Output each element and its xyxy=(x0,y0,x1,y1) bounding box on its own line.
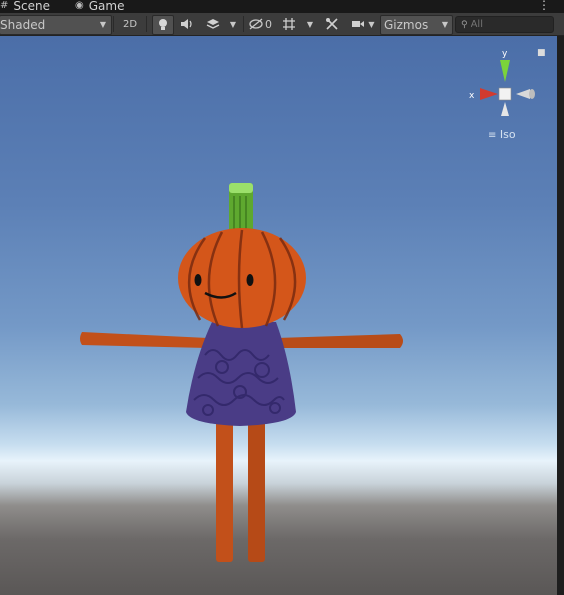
speaker-icon xyxy=(181,19,192,29)
2d-mode-button[interactable]: 2D xyxy=(119,15,141,33)
grid-toggle-button[interactable] xyxy=(278,15,300,33)
tab-scene[interactable]: # Scene xyxy=(0,0,50,13)
chevron-down-icon: ▼ xyxy=(441,20,448,29)
gizmos-label: Gizmos xyxy=(384,18,429,32)
gizmo-x-label: x xyxy=(469,91,475,101)
left-eye xyxy=(194,274,202,286)
grid-icon xyxy=(283,18,295,30)
scrollbar-strip xyxy=(557,36,564,595)
tab-scene-label: Scene xyxy=(13,0,50,13)
grid-dropdown[interactable]: ▼ xyxy=(303,15,317,33)
menu-icon: ≡ xyxy=(488,130,497,141)
effects-dropdown[interactable]: ▼ xyxy=(226,15,240,33)
search-field[interactable]: ⚲ xyxy=(455,16,554,33)
shading-mode-label: Shaded xyxy=(0,18,46,32)
search-input[interactable] xyxy=(470,19,541,30)
pumpkin-stem-top xyxy=(229,183,253,193)
gizmo-y-label: y xyxy=(502,49,508,59)
camera-settings-button[interactable]: ▼ xyxy=(348,15,378,33)
x-axis-cone[interactable] xyxy=(480,88,498,100)
left-arm xyxy=(80,332,208,348)
layers-icon xyxy=(206,19,220,29)
y-axis-cone[interactable] xyxy=(500,60,510,82)
effects-toggle-button[interactable] xyxy=(203,15,223,33)
projection-label: Iso xyxy=(499,128,516,141)
toolbar-divider xyxy=(146,16,147,32)
lightbulb-icon xyxy=(159,19,167,30)
left-leg xyxy=(216,420,233,562)
toolbar-divider xyxy=(243,16,244,32)
audio-toggle-button[interactable] xyxy=(177,15,197,33)
lighting-toggle-button[interactable] xyxy=(152,15,174,35)
right-arm xyxy=(276,334,403,348)
right-eye xyxy=(246,274,254,286)
scene-toolbar: Shaded ▼ 2D ▼ 0 ▼ ▼ Gizmos ▼ ⚲ All xyxy=(0,13,564,36)
hidden-count: 0 xyxy=(265,17,272,31)
tab-game-label: Game xyxy=(88,0,125,13)
camera-icon xyxy=(352,21,365,27)
grid-icon: # xyxy=(0,0,9,11)
scene-viewport[interactable]: x y ■ ≡ Iso xyxy=(0,36,557,595)
neg-y-axis-cone[interactable] xyxy=(501,102,509,116)
chevron-down-icon: ▼ xyxy=(99,20,106,29)
kebab-menu-icon[interactable]: ⋮ xyxy=(538,0,550,12)
chevron-down-icon: ▼ xyxy=(368,19,375,29)
2d-mode-label: 2D xyxy=(122,18,138,30)
projection-toggle[interactable]: ≡ Iso xyxy=(488,128,516,141)
tools-button[interactable] xyxy=(321,15,343,33)
gizmo-center-cube[interactable] xyxy=(498,87,512,101)
tab-game[interactable]: ◉ Game xyxy=(75,0,124,13)
toolbar-divider xyxy=(113,16,114,32)
neg-x-axis-cone[interactable] xyxy=(516,89,530,99)
scene-view-window: # Scene ◉ Game ⋮ Shaded ▼ 2D ▼ 0 ▼ ▼ Giz… xyxy=(0,0,564,595)
tab-bar: # Scene ◉ Game ⋮ xyxy=(0,0,564,13)
eye-slash-icon xyxy=(249,18,263,30)
chevron-down-icon: ▼ xyxy=(306,19,314,29)
lock-icon[interactable]: ■ xyxy=(537,48,546,58)
gamepad-icon: ◉ xyxy=(75,0,84,11)
gizmos-dropdown[interactable]: Gizmos ▼ xyxy=(380,15,453,35)
chevron-down-icon: ▼ xyxy=(229,19,237,29)
tools-icon xyxy=(326,18,338,30)
hidden-objects-toggle[interactable]: 0 xyxy=(246,15,274,33)
right-leg xyxy=(248,420,265,562)
shading-mode-dropdown[interactable]: Shaded ▼ xyxy=(0,15,112,35)
search-icon: ⚲ xyxy=(461,19,468,30)
